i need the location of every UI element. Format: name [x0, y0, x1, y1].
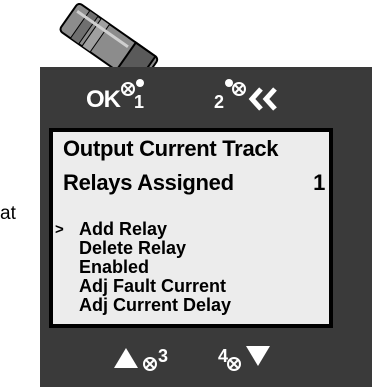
menu-item-label: Delete Relay [79, 238, 187, 258]
menu-item-adj-current-delay[interactable]: Adj Current Delay [55, 296, 325, 315]
menu-item-label: Add Relay [79, 219, 168, 239]
relays-assigned-label: Relays Assigned [63, 170, 234, 195]
back-key-number: 2 [214, 92, 225, 112]
menu-list: > Add Relay Delete Relay Enabled Adj Fau… [55, 220, 325, 315]
back-button[interactable]: 2 [214, 78, 294, 112]
ok-button[interactable]: OK 1 [86, 78, 156, 113]
cut-off-label: at [0, 203, 16, 224]
menu-item-enabled[interactable]: Enabled [55, 258, 325, 277]
menu-item-label: Adj Fault Current [79, 276, 226, 296]
menu-item-add-relay[interactable]: > Add Relay [55, 220, 325, 239]
screen-title: Output Current Track [63, 136, 279, 161]
down-button[interactable]: 4 [214, 340, 290, 380]
ok-key-number: 1 [134, 92, 145, 112]
up-led-icon [143, 357, 157, 371]
menu-cursor: > [55, 221, 64, 238]
back-led-icon [225, 79, 246, 96]
down-arrow-icon [246, 346, 270, 366]
relays-assigned-row: Relays Assigned 1 [63, 170, 325, 196]
down-led-icon [227, 357, 241, 371]
relays-assigned-count: 1 [313, 170, 325, 195]
menu-item-delete-relay[interactable]: Delete Relay [55, 239, 325, 258]
back-chevrons-icon [248, 87, 277, 111]
menu-item-label: Adj Current Delay [79, 295, 232, 315]
menu-item-adj-fault-current[interactable]: Adj Fault Current [55, 277, 325, 296]
up-button[interactable]: 3 [112, 340, 188, 380]
menu-item-label: Enabled [79, 257, 150, 277]
up-key-number: 3 [158, 346, 169, 366]
ok-label: OK [86, 86, 121, 113]
lcd-screen: Output Current Track Relays Assigned 1 >… [49, 128, 333, 328]
up-arrow-icon [114, 348, 138, 368]
